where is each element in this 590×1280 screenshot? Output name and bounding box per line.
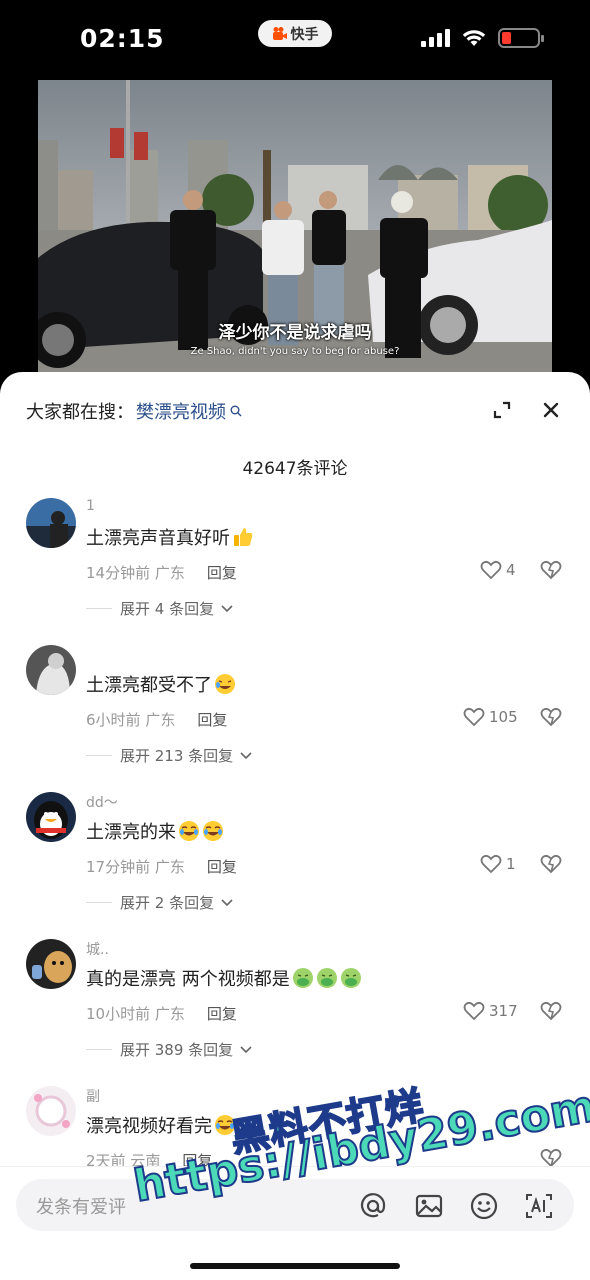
at-mention-icon[interactable] xyxy=(358,1191,388,1221)
avatar[interactable] xyxy=(26,792,76,842)
laugh-cry-emoji-icon xyxy=(215,674,235,694)
comment-text: 真的是漂亮 两个视频都是 xyxy=(86,965,362,991)
like-count: 1 xyxy=(506,855,516,873)
like-button[interactable]: 105 xyxy=(463,707,518,727)
comment-input-placeholder: 发条有爱评 xyxy=(36,1197,126,1218)
reply-button[interactable]: 回复 xyxy=(207,562,237,583)
comment-item: 土漂亮都受不了 6小时前 广东 回复 105 展开 213 条回复 xyxy=(0,645,590,790)
comment-text: 土漂亮的来 xyxy=(86,818,224,844)
comment-item: dd～ 土漂亮的来 17分钟前 广东 回复 1 展开 2 条回复 xyxy=(0,792,590,937)
trending-search-label: 大家都在搜： xyxy=(26,402,134,423)
broken-heart-icon[interactable] xyxy=(540,1001,562,1021)
chevron-down-icon xyxy=(240,751,252,759)
image-icon[interactable] xyxy=(414,1191,444,1221)
broken-heart-icon[interactable] xyxy=(540,1148,562,1168)
heart-icon xyxy=(463,707,485,727)
comment-count-title: 42647条评论 xyxy=(242,459,348,479)
broken-heart-icon[interactable] xyxy=(540,854,562,874)
comment-meta: 17分钟前 广东 回复 xyxy=(86,856,237,877)
reply-button[interactable]: 回复 xyxy=(207,1003,237,1024)
close-icon[interactable] xyxy=(541,400,561,420)
expand-replies-button[interactable]: 展开 213 条回复 xyxy=(86,745,253,766)
comment-meta: 10小时前 广东 回复 xyxy=(86,1003,237,1024)
ai-assist-icon[interactable] xyxy=(524,1191,554,1221)
like-button[interactable]: 317 xyxy=(463,1001,518,1021)
vomit-emoji-icon xyxy=(316,968,337,988)
chevron-down-icon xyxy=(221,898,233,906)
comment-username[interactable]: dd～ xyxy=(86,792,118,812)
comment-item: 城.. 真的是漂亮 两个视频都是 10小时前 广东 回复 317 展开 389 … xyxy=(0,939,590,1084)
comment-time-location: 14分钟前 广东 xyxy=(86,564,185,582)
expand-replies-button[interactable]: 展开 4 条回复 xyxy=(86,598,234,619)
expand-replies-button[interactable]: 展开 2 条回复 xyxy=(86,892,234,913)
emoji-icon[interactable] xyxy=(469,1191,499,1221)
reply-button[interactable]: 回复 xyxy=(207,856,237,877)
avatar[interactable] xyxy=(26,645,76,695)
expand-replies-button[interactable]: 展开 389 条回复 xyxy=(86,1039,253,1060)
comment-username[interactable]: 副 xyxy=(86,1086,100,1106)
status-time: 02:15 xyxy=(80,24,165,53)
trending-search-keyword[interactable]: 樊漂亮视频 xyxy=(136,398,226,424)
status-icons xyxy=(421,28,544,48)
chevron-down-icon xyxy=(240,1045,252,1053)
heart-icon xyxy=(480,854,502,874)
comment-time-location: 10小时前 广东 xyxy=(86,1005,185,1023)
broken-heart-icon[interactable] xyxy=(540,560,562,580)
reply-button[interactable]: 回复 xyxy=(197,709,227,730)
comment-meta: 14分钟前 广东 回复 xyxy=(86,562,237,583)
like-button[interactable]: 1 xyxy=(480,854,516,874)
video-subtitle-chinese: 泽少你不是说求虐吗 xyxy=(218,323,372,343)
like-button[interactable]: 4 xyxy=(480,560,516,580)
vomit-emoji-icon xyxy=(292,968,313,988)
comment-meta: 6小时前 广东 回复 xyxy=(86,709,227,730)
thumbs-up-emoji-icon xyxy=(234,528,253,546)
heart-icon xyxy=(463,1001,485,1021)
like-count: 4 xyxy=(506,561,516,579)
expand-fullscreen-icon[interactable] xyxy=(492,400,512,420)
comment-username[interactable]: 1 xyxy=(86,498,95,514)
heart-icon xyxy=(480,560,502,580)
cellular-signal-icon xyxy=(421,29,450,47)
joy-emoji-icon xyxy=(203,821,223,841)
home-indicator[interactable] xyxy=(190,1263,400,1269)
kuaishou-logo-icon xyxy=(272,26,287,40)
trending-search-row[interactable]: 大家都在搜： 樊漂亮视频 xyxy=(26,398,242,424)
comment-input[interactable]: 发条有爱评 xyxy=(16,1179,574,1231)
comment-text: 土漂亮声音真好听 xyxy=(86,524,254,550)
broken-heart-icon[interactable] xyxy=(540,707,562,727)
comment-username[interactable]: 城.. xyxy=(86,939,109,959)
avatar[interactable] xyxy=(26,1086,76,1136)
battery-low-icon xyxy=(498,28,544,48)
joy-emoji-icon xyxy=(179,821,199,841)
video-player[interactable]: 泽少你不是说求虐吗 Ze Shao, didn't you say to beg… xyxy=(38,80,552,372)
avatar[interactable] xyxy=(26,498,76,548)
comment-time-location: 6小时前 广东 xyxy=(86,711,176,729)
vomit-emoji-icon xyxy=(340,968,361,988)
video-subtitle-english: Ze Shao, didn't you say to beg for abuse… xyxy=(190,346,400,357)
like-count: 317 xyxy=(489,1002,518,1020)
search-icon xyxy=(230,405,242,417)
comment-text: 漂亮视频好看完 xyxy=(86,1112,236,1138)
kuaishou-app-pill[interactable]: 快手 xyxy=(258,20,332,47)
like-count: 105 xyxy=(489,708,518,726)
comment-time-location: 17分钟前 广东 xyxy=(86,858,185,876)
comment-item: 1 土漂亮声音真好听 14分钟前 广东 回复 4 展开 4 条回复 xyxy=(0,498,590,643)
avatar[interactable] xyxy=(26,939,76,989)
wifi-icon xyxy=(462,30,486,46)
comment-text: 土漂亮都受不了 xyxy=(86,671,236,697)
app-name: 快手 xyxy=(290,26,319,43)
status-bar: 02:15 快手 xyxy=(0,0,590,80)
chevron-down-icon xyxy=(221,604,233,612)
